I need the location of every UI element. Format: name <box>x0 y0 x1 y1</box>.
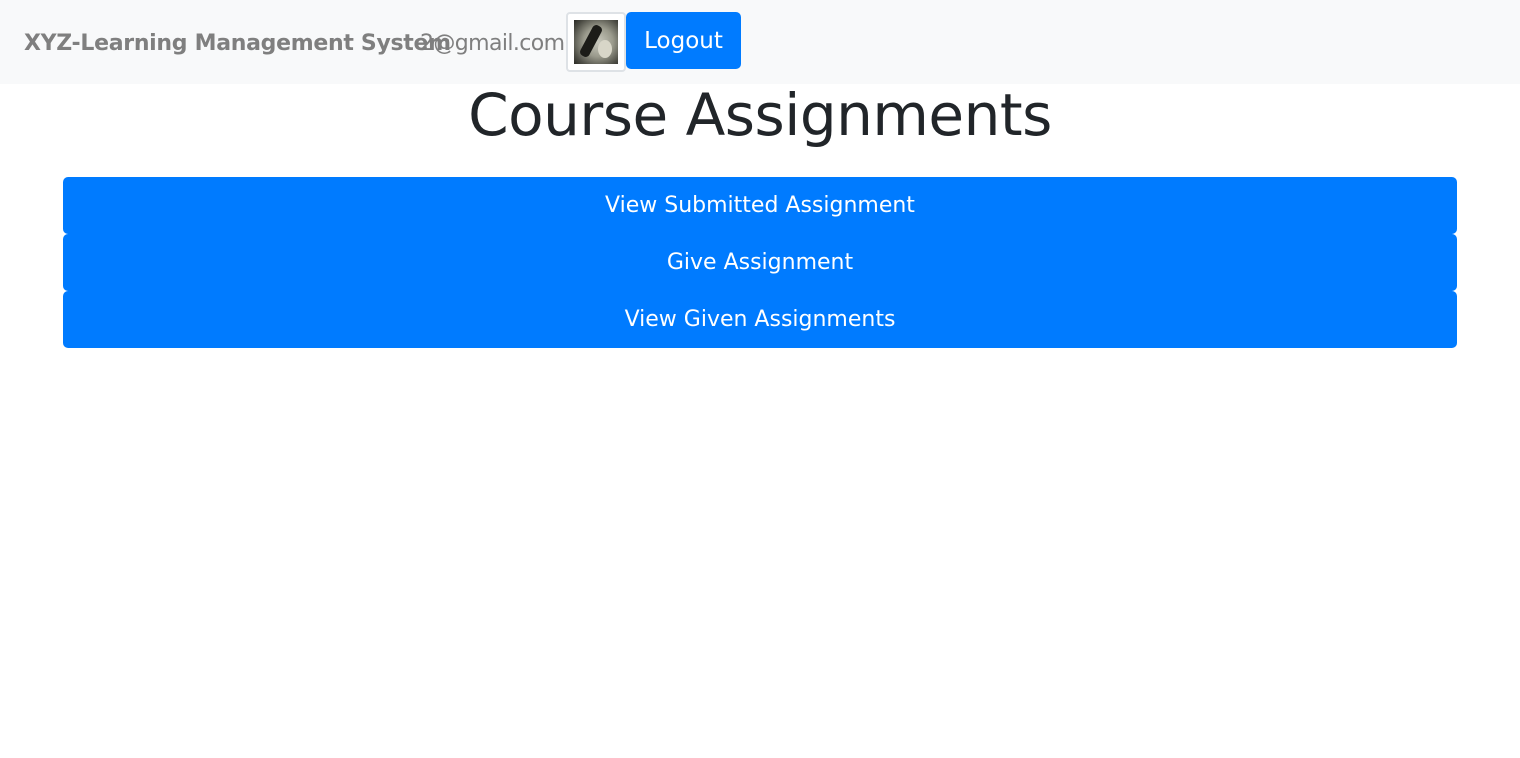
view-given-assignments-button[interactable]: View Given Assignments <box>63 291 1457 348</box>
logout-button[interactable]: Logout <box>626 12 741 69</box>
brand-link[interactable]: XYZ-Learning Management System <box>24 30 451 58</box>
view-submitted-assignment-button[interactable]: View Submitted Assignment <box>63 177 1457 234</box>
user-email: 2@gmail.com <box>420 31 565 56</box>
avatar[interactable] <box>566 12 626 72</box>
top-navbar: XYZ-Learning Management System 2@gmail.c… <box>0 0 1520 84</box>
give-assignment-button[interactable]: Give Assignment <box>63 234 1457 291</box>
page-title: Course Assignments <box>468 81 1052 149</box>
profile-photo <box>574 20 618 64</box>
